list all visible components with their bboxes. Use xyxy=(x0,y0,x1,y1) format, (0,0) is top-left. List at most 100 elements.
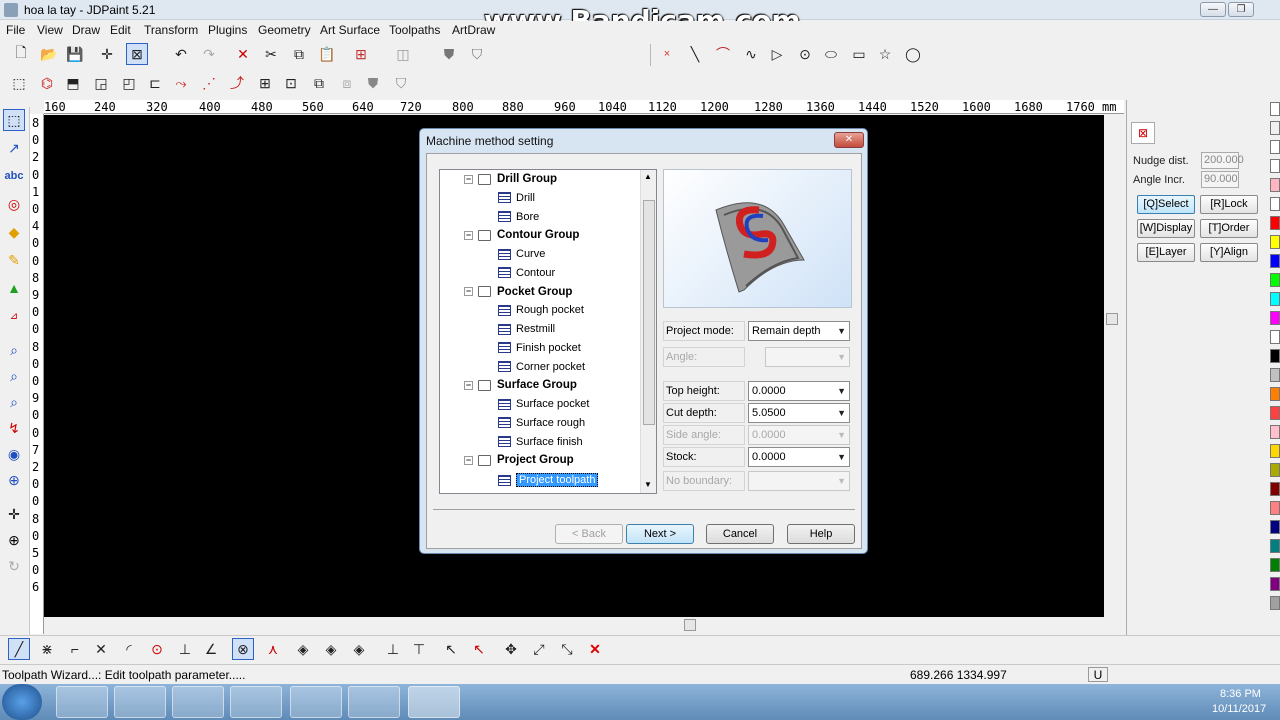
layer-button[interactable]: [E]Layer xyxy=(1137,243,1195,262)
scroll-up-icon[interactable]: ▲ xyxy=(644,172,652,181)
tree-item[interactable]: Restmill xyxy=(498,323,555,335)
tree-item[interactable]: Curve xyxy=(498,248,545,260)
line-tool-icon[interactable]: ╱ xyxy=(8,638,30,660)
group-icon[interactable]: ⧉ xyxy=(308,72,330,94)
panel-tab-icon[interactable]: ⊠ xyxy=(1131,122,1155,144)
color-swatch[interactable] xyxy=(1270,254,1280,268)
menu-plugins[interactable]: Plugins xyxy=(208,23,247,37)
paste-icon[interactable]: 📋 xyxy=(316,43,338,65)
snap-perp-icon[interactable]: ⊥ xyxy=(174,638,196,660)
open-folder-icon[interactable]: 📂 xyxy=(38,43,60,65)
color-swatch[interactable] xyxy=(1270,178,1280,192)
display-button[interactable]: [W]Display xyxy=(1137,219,1195,238)
back-button[interactable]: < Back xyxy=(555,524,623,544)
color-swatch[interactable] xyxy=(1270,330,1280,344)
menu-edit[interactable]: Edit xyxy=(110,23,131,37)
rectangle-icon[interactable]: ▭ xyxy=(848,43,870,65)
copy-icon[interactable]: ⧉ xyxy=(288,43,310,65)
color-swatch[interactable] xyxy=(1270,159,1280,173)
method-tree[interactable]: ▲ ▼ − Drill Group Drill Bore − Contour Group C… xyxy=(439,169,657,494)
dimension-tool-icon[interactable]: ⊿ xyxy=(3,305,25,327)
join-icon[interactable]: ⬒ xyxy=(62,72,84,94)
rotate-b-icon[interactable]: ◈ xyxy=(320,638,342,660)
angle-input[interactable]: 90.000 xyxy=(1201,171,1239,188)
arc-icon[interactable]: ⌒ xyxy=(712,43,734,65)
shield-icon[interactable]: ⛊ xyxy=(438,43,460,65)
pointer-delete-icon[interactable]: ↖ xyxy=(468,638,490,660)
cancel-x-icon[interactable]: ✕ xyxy=(584,638,606,660)
color-swatch[interactable] xyxy=(1270,140,1280,154)
color-swatch[interactable] xyxy=(1270,501,1280,515)
text-tool-icon[interactable]: abc xyxy=(3,165,25,187)
fill-tool-icon[interactable]: ◆ xyxy=(3,221,25,243)
scroll-thumb[interactable] xyxy=(643,200,655,425)
snap-grid-icon[interactable]: ⊞ xyxy=(350,43,372,65)
smooth-icon[interactable]: ⋰ xyxy=(198,72,220,94)
help-button[interactable]: Help xyxy=(787,524,855,544)
vertical-scrollbar[interactable] xyxy=(1104,115,1120,617)
collapse-icon[interactable]: − xyxy=(464,174,473,184)
toolpath-b-icon[interactable]: ⛉ xyxy=(390,72,412,94)
scroll-thumb[interactable] xyxy=(1106,313,1118,325)
break-curve-icon[interactable]: ⌬ xyxy=(36,72,58,94)
transform-icon[interactable]: ⤡ xyxy=(556,638,578,660)
layer-view-icon[interactable]: ◫ xyxy=(392,43,414,65)
tree-group[interactable]: − Contour Group xyxy=(464,229,579,241)
snap-center-icon[interactable]: ⊙ xyxy=(146,638,168,660)
line-icon[interactable]: ╲ xyxy=(684,43,706,65)
pan-zoom-icon[interactable]: ↯ xyxy=(3,417,25,439)
tree-item[interactable]: Contour xyxy=(498,267,555,279)
view-3d-icon[interactable]: ◉ xyxy=(3,443,25,465)
horizontal-scrollbar[interactable] xyxy=(44,617,1104,633)
pointer-icon[interactable]: ↖ xyxy=(440,638,462,660)
curve-fit-icon[interactable]: ⤴ xyxy=(226,72,248,94)
project-mode-select[interactable]: Remain depth ▼ xyxy=(748,321,850,341)
tree-item[interactable]: Finish pocket xyxy=(498,342,581,354)
select-button[interactable]: [Q]Select xyxy=(1137,195,1195,214)
color-swatch[interactable] xyxy=(1270,368,1280,382)
top-height-select[interactable]: 0.0000 ▼ xyxy=(748,381,850,401)
zoom-window-icon[interactable]: ⌕ xyxy=(3,339,25,361)
zoom-out-icon[interactable]: ⌕ xyxy=(3,365,25,387)
menu-artdraw[interactable]: ArtDraw xyxy=(452,23,495,37)
snap-corner-icon[interactable]: ⌐ xyxy=(64,638,86,660)
lock-button[interactable]: [R]Lock xyxy=(1200,195,1258,214)
spline-icon[interactable]: ∿ xyxy=(740,43,762,65)
color-swatch[interactable] xyxy=(1270,235,1280,249)
redo-icon[interactable]: ↷ xyxy=(198,43,220,65)
zoom-all-icon[interactable]: ⊕ xyxy=(3,469,25,491)
scroll-thumb[interactable] xyxy=(684,619,696,631)
color-swatch[interactable] xyxy=(1270,387,1280,401)
bandicam-icon[interactable] xyxy=(348,686,400,718)
delete-icon[interactable]: ✕ xyxy=(232,43,254,65)
align-button[interactable]: [Y]Align xyxy=(1200,243,1258,262)
jdpaint-taskbar-icon[interactable] xyxy=(408,686,460,718)
green-app-icon[interactable] xyxy=(230,686,282,718)
snap-intersect-icon[interactable]: ✕ xyxy=(90,638,112,660)
undo-icon[interactable]: ↶ xyxy=(170,43,192,65)
save-icon[interactable]: 💾 xyxy=(64,43,86,65)
shield-filled-icon[interactable]: ⛉ xyxy=(466,43,488,65)
collapse-icon[interactable]: − xyxy=(464,455,473,465)
stock-select[interactable]: 0.0000 ▼ xyxy=(748,447,850,467)
color-swatch[interactable] xyxy=(1270,596,1280,610)
snap-endpoint-icon[interactable]: ⋇ xyxy=(36,638,58,660)
minimize-button[interactable]: — xyxy=(1200,2,1226,17)
ellipse-icon[interactable]: ⬭ xyxy=(820,43,842,65)
rotate-a-icon[interactable]: ◈ xyxy=(292,638,314,660)
color-swatch[interactable] xyxy=(1270,539,1280,553)
align-bottom-icon[interactable]: ⊥ xyxy=(382,638,404,660)
tree-item[interactable]: Surface finish xyxy=(498,436,583,448)
rotate-c-icon[interactable]: ◈ xyxy=(348,638,370,660)
move-icon[interactable]: ✥ xyxy=(500,638,522,660)
menu-art-surface[interactable]: Art Surface xyxy=(320,23,380,37)
point-icon[interactable]: × xyxy=(656,43,678,65)
order-button[interactable]: [T]Order xyxy=(1200,219,1258,238)
refresh-icon[interactable]: ↻ xyxy=(3,555,25,577)
color-swatch[interactable] xyxy=(1270,102,1280,116)
tree-group[interactable]: − Drill Group xyxy=(464,173,557,185)
tree-group[interactable]: − Pocket Group xyxy=(464,286,572,298)
snap-grid-point-icon[interactable]: ⊗ xyxy=(232,638,254,660)
node-edit-icon[interactable]: ⬚ xyxy=(8,72,30,94)
polyline-icon[interactable]: ▷ xyxy=(766,43,788,65)
